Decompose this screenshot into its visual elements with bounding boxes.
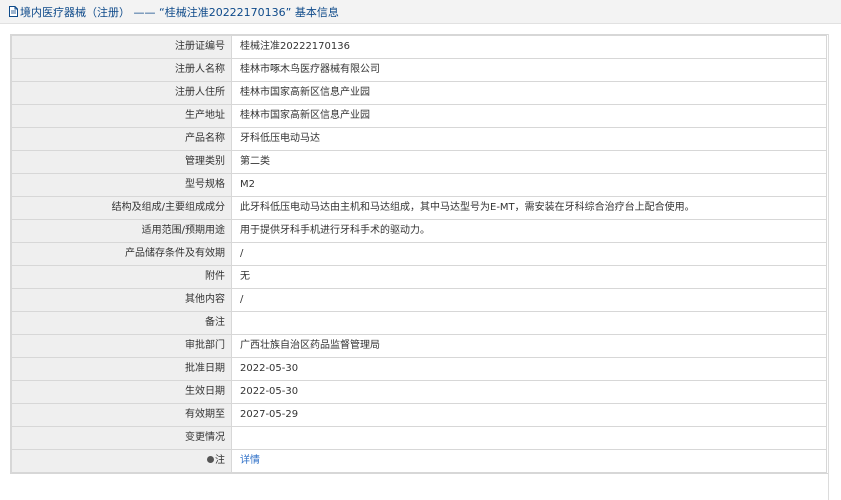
row-value: 桂林市国家高新区信息产业园 bbox=[231, 104, 827, 128]
row-label: 结构及组成/主要组成成分 bbox=[11, 196, 232, 220]
table-row: 注册证编号 桂械注准20222170136 bbox=[11, 35, 827, 59]
table-row: 生效日期 2022-05-30 bbox=[11, 380, 827, 404]
row-label: 批准日期 bbox=[11, 357, 232, 381]
title-bar: 境内医疗器械（注册） —— “桂械注准20222170136” 基本信息 bbox=[0, 0, 841, 24]
table-row: 备注 bbox=[11, 311, 827, 335]
note-label-cell: 注 bbox=[11, 449, 232, 473]
row-label: 注册人住所 bbox=[11, 81, 232, 105]
table-row: 附件 无 bbox=[11, 265, 827, 289]
row-value: 牙科低压电动马达 bbox=[231, 127, 827, 151]
table-row: 管理类别 第二类 bbox=[11, 150, 827, 174]
table-row: 其他内容 / bbox=[11, 288, 827, 312]
row-label: 生产地址 bbox=[11, 104, 232, 128]
table-row: 注册人住所 桂林市国家高新区信息产业园 bbox=[11, 81, 827, 105]
row-value bbox=[231, 311, 827, 335]
row-value: 2022-05-30 bbox=[231, 357, 827, 381]
row-value: 桂林市啄木鸟医疗器械有限公司 bbox=[231, 58, 827, 82]
info-table: 注册证编号 桂械注准20222170136 注册人名称 桂林市啄木鸟医疗器械有限… bbox=[11, 35, 827, 473]
info-table-wrapper: 注册证编号 桂械注准20222170136 注册人名称 桂林市啄木鸟医疗器械有限… bbox=[10, 34, 828, 474]
page: 境内医疗器械（注册） —— “桂械注准20222170136” 基本信息 注册证… bbox=[0, 0, 841, 500]
row-value: 桂械注准20222170136 bbox=[231, 35, 827, 59]
row-label: 型号规格 bbox=[11, 173, 232, 197]
note-row: 注 详情 bbox=[11, 449, 827, 473]
row-value bbox=[231, 426, 827, 450]
table-row: 批准日期 2022-05-30 bbox=[11, 357, 827, 381]
row-label: 适用范围/预期用途 bbox=[11, 219, 232, 243]
note-value-cell: 详情 bbox=[231, 449, 827, 473]
table-row: 结构及组成/主要组成成分 此牙科低压电动马达由主机和马达组成，其中马达型号为E-… bbox=[11, 196, 827, 220]
row-label: 产品名称 bbox=[11, 127, 232, 151]
table-row: 产品名称 牙科低压电动马达 bbox=[11, 127, 827, 151]
table-row: 审批部门 广西壮族自治区药品监督管理局 bbox=[11, 334, 827, 358]
row-label: 管理类别 bbox=[11, 150, 232, 174]
page-title: 境内医疗器械（注册） —— “桂械注准20222170136” 基本信息 bbox=[20, 5, 339, 19]
note-label: 注 bbox=[215, 455, 225, 466]
row-label: 产品储存条件及有效期 bbox=[11, 242, 232, 266]
table-row: 适用范围/预期用途 用于提供牙科手机进行牙科手术的驱动力。 bbox=[11, 219, 827, 243]
row-label: 变更情况 bbox=[11, 426, 232, 450]
pin-icon bbox=[207, 455, 214, 463]
row-value: 第二类 bbox=[231, 150, 827, 174]
table-row: 注册人名称 桂林市啄木鸟医疗器械有限公司 bbox=[11, 58, 827, 82]
row-label: 附件 bbox=[11, 265, 232, 289]
details-link[interactable]: 详情 bbox=[240, 455, 260, 466]
row-label: 审批部门 bbox=[11, 334, 232, 358]
row-value: 无 bbox=[231, 265, 827, 289]
table-row: 产品储存条件及有效期 / bbox=[11, 242, 827, 266]
row-label: 注册证编号 bbox=[11, 35, 232, 59]
row-value: 此牙科低压电动马达由主机和马达组成，其中马达型号为E-MT，需安装在牙科综合治疗… bbox=[231, 196, 827, 220]
table-row: 型号规格 M2 bbox=[11, 173, 827, 197]
row-label: 注册人名称 bbox=[11, 58, 232, 82]
row-value: 用于提供牙科手机进行牙科手术的驱动力。 bbox=[231, 219, 827, 243]
row-label: 有效期至 bbox=[11, 403, 232, 427]
row-value: / bbox=[231, 288, 827, 312]
row-value: M2 bbox=[231, 173, 827, 197]
table-row: 有效期至 2027-05-29 bbox=[11, 403, 827, 427]
row-value: 2022-05-30 bbox=[231, 380, 827, 404]
row-value: 广西壮族自治区药品监督管理局 bbox=[231, 334, 827, 358]
row-label: 备注 bbox=[11, 311, 232, 335]
table-row: 生产地址 桂林市国家高新区信息产业园 bbox=[11, 104, 827, 128]
row-label: 其他内容 bbox=[11, 288, 232, 312]
scrollbar-edge bbox=[828, 34, 829, 500]
document-icon bbox=[9, 6, 18, 17]
row-value: / bbox=[231, 242, 827, 266]
row-value: 桂林市国家高新区信息产业园 bbox=[231, 81, 827, 105]
row-value: 2027-05-29 bbox=[231, 403, 827, 427]
row-label: 生效日期 bbox=[11, 380, 232, 404]
table-row: 变更情况 bbox=[11, 426, 827, 450]
